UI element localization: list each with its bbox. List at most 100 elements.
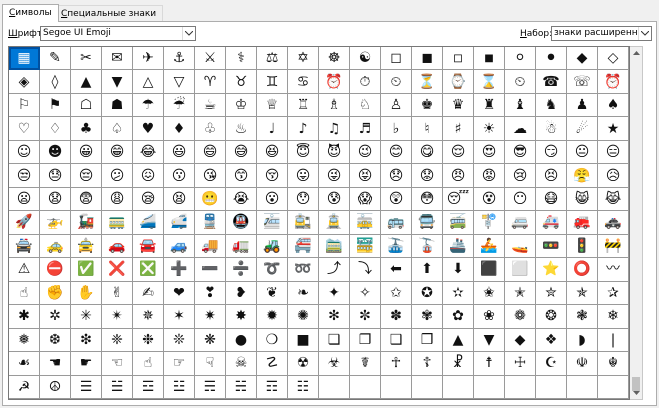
symbol-cell[interactable]: ♔ [226,93,257,118]
symbol-cell[interactable]: 😬 [195,187,226,212]
symbol-cell[interactable]: 😉 [350,140,381,165]
symbol-cell[interactable]: 😊 [381,140,412,165]
symbol-cell[interactable]: ☞ [164,352,195,376]
symbol-cell[interactable]: ♗ [319,93,350,118]
symbol-cell[interactable]: 😮 [257,187,288,212]
symbol-cell[interactable]: 🚑 [536,211,567,235]
tab-symbols[interactable]: Символы [2,4,59,22]
symbol-cell[interactable]: ♬ [350,117,381,141]
symbol-cell[interactable]: 😒 [9,164,40,188]
symbol-cell[interactable]: 😷 [536,187,567,212]
symbol-cell[interactable]: ✯ [567,281,598,306]
symbol-cell[interactable]: ❘ [598,328,629,353]
symbol-cell[interactable]: 😠 [443,164,474,188]
symbol-cell[interactable]: ▼ [474,328,505,353]
symbol-cell[interactable]: ☃ [536,117,567,141]
symbol-cell[interactable]: ☂ [133,93,164,118]
symbol-cell[interactable] [319,375,350,399]
chevron-down-icon[interactable] [182,27,195,40]
symbol-cell[interactable]: 🚘 [133,234,164,259]
symbol-cell[interactable]: ⚕ [226,47,257,71]
symbol-cell[interactable]: ❃ [567,305,598,329]
symbol-cell[interactable]: ✦ [319,281,350,306]
symbol-cell[interactable]: 😣 [536,164,567,188]
symbol-cell[interactable]: 😭 [226,187,257,212]
symbol-cell[interactable]: ☬ [598,352,629,376]
symbol-cell[interactable]: ▲ [443,328,474,353]
symbol-cell[interactable]: ⌚ [443,70,474,94]
symbol-cell[interactable]: ♜ [474,93,505,118]
symbol-cell[interactable]: ♦ [164,117,195,141]
symbol-cell[interactable]: 😲 [381,187,412,212]
symbol-cell[interactable]: 🚤 [505,234,536,259]
symbol-cell[interactable]: ☔ [164,93,195,118]
symbol-cell[interactable]: ♛ [443,93,474,118]
symbol-cell[interactable]: 😔 [71,164,102,188]
symbol-cell[interactable]: ♚ [412,93,443,118]
symbol-cell[interactable]: ▲ [71,70,102,94]
symbol-cell[interactable]: ♥ [133,117,164,141]
symbol-cell[interactable]: 🚟 [350,234,381,259]
symbol-cell[interactable]: ⬛ [474,258,505,282]
symbol-cell[interactable]: ☀ [474,117,505,141]
symbol-cell[interactable]: 😈 [319,140,350,165]
symbol-cell[interactable]: ❐ [350,328,381,353]
symbol-cell[interactable]: 😀 [71,140,102,165]
symbol-cell[interactable]: 😪 [133,187,164,212]
symbol-cell[interactable]: ✌ [102,281,133,306]
symbol-cell[interactable]: ♟ [567,93,598,118]
symbol-cell[interactable]: 😐 [567,140,598,165]
symbol-cell[interactable]: ⏱ [350,70,381,94]
symbol-cell[interactable]: ✪ [412,281,443,306]
symbol-cell[interactable]: 😩 [102,187,133,212]
symbol-cell[interactable]: 😞 [381,164,412,188]
symbol-cell[interactable]: ➿ [288,258,319,282]
symbol-cell[interactable]: ☡ [257,352,288,376]
symbol-cell[interactable]: ❉ [133,328,164,353]
symbol-cell[interactable]: 🚊 [319,211,350,235]
symbol-cell[interactable]: ⭕ [567,258,598,282]
symbol-cell[interactable]: ⚐ [9,93,40,118]
symbol-cell[interactable]: ☄ [567,117,598,141]
symbol-cell[interactable]: ♮ [412,117,443,141]
symbol-cell[interactable]: ♞ [536,93,567,118]
symbol-cell[interactable]: 😟 [412,164,443,188]
symbol-cell[interactable]: ☲ [133,375,164,399]
symbol-cell[interactable]: 😢 [505,164,536,188]
symbol-cell[interactable]: 🚀 [9,211,40,235]
symbol-cell[interactable]: ❌ [102,258,133,282]
symbol-cell[interactable]: ✰ [598,281,629,306]
symbol-cell[interactable]: ☭ [9,375,40,399]
symbol-cell[interactable]: ◆ [505,328,536,353]
symbol-cell[interactable]: ⚑ [40,93,71,118]
symbol-cell[interactable]: ⬅ [381,258,412,282]
symbol-cell[interactable]: ☣ [319,352,350,376]
symbol-cell[interactable]: 😓 [40,164,71,188]
symbol-cell[interactable]: ◻ [381,47,412,71]
symbol-cell[interactable]: ✈ [133,47,164,71]
symbol-cell[interactable]: 😳 [412,187,443,212]
symbol-cell[interactable]: ☶ [257,375,288,399]
symbol-cell[interactable]: 🚕 [40,234,71,259]
symbol-cell[interactable]: ✋ [71,281,102,306]
symbol-cell[interactable]: 🚐 [505,211,536,235]
symbol-cell[interactable]: 😏 [536,140,567,165]
symbol-cell[interactable]: ■ [288,328,319,353]
scroll-up-icon[interactable] [630,47,642,59]
symbol-cell[interactable]: 😴 [443,187,474,212]
symbol-cell[interactable]: ✴ [102,305,133,329]
symbol-cell[interactable]: 😵 [474,187,505,212]
symbol-cell[interactable]: 😋 [412,140,443,165]
symbol-cell[interactable]: 😦 [9,187,40,212]
symbol-cell[interactable]: ◽ [443,47,474,71]
symbol-cell[interactable]: ☥ [381,352,412,376]
symbol-cell[interactable]: ✻ [319,305,350,329]
symbol-cell[interactable]: 🚓 [598,211,629,235]
symbol-cell[interactable] [412,375,443,399]
symbol-cell[interactable]: 🚛 [226,234,257,259]
symbol-cell[interactable]: △ [133,70,164,94]
symbol-cell[interactable]: ❆ [40,328,71,353]
symbol-cell[interactable]: ◊ [40,70,71,94]
symbol-cell[interactable]: 🚋 [350,211,381,235]
symbol-cell[interactable]: ✂ [71,47,102,71]
